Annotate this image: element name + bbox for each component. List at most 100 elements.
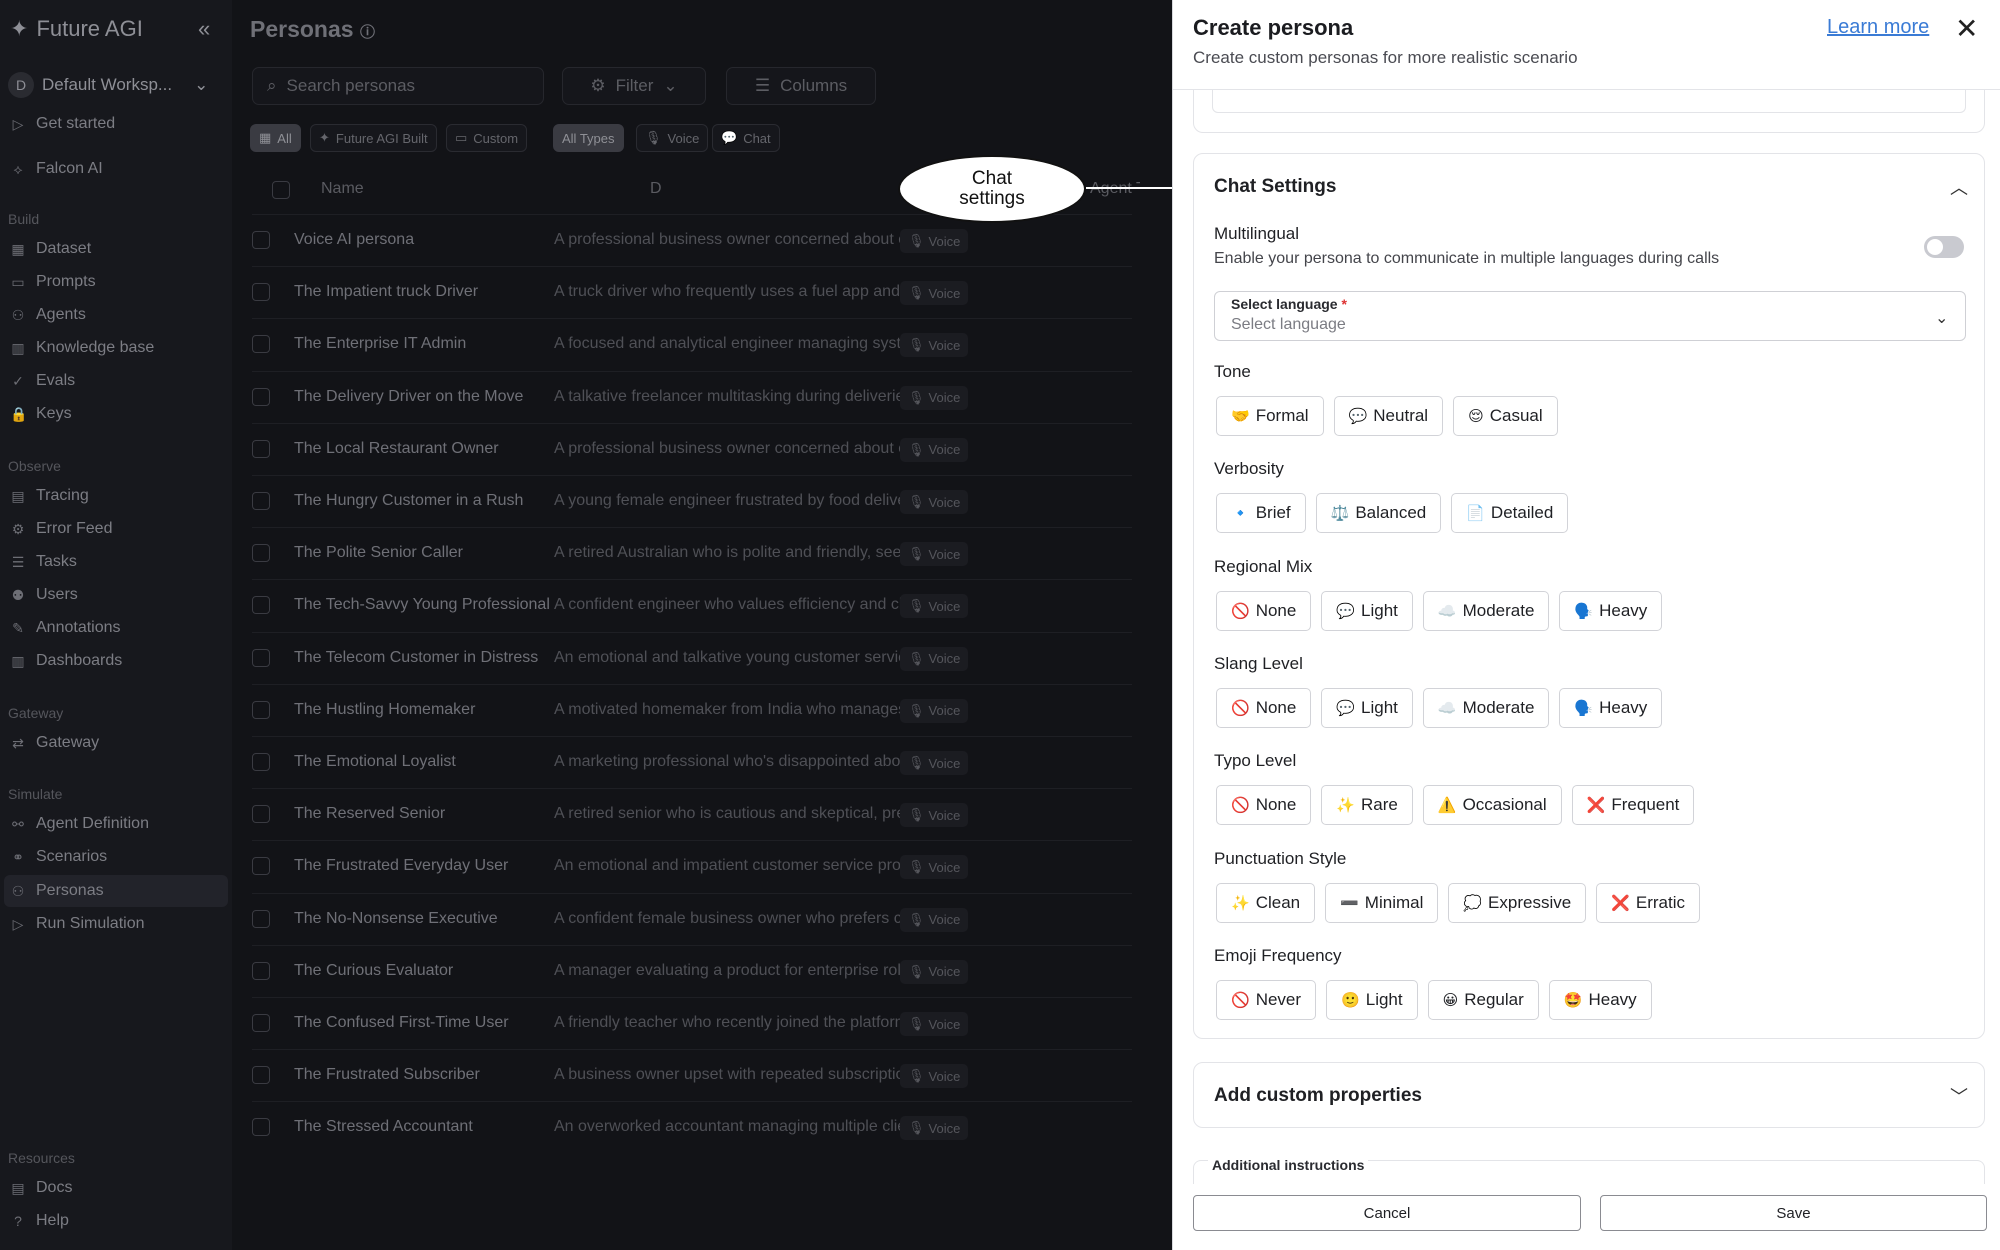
filter-button[interactable]: ⚙ Filter ⌄ xyxy=(562,67,706,105)
sidebar-item-agent-definition[interactable]: ⚯ Agent Definition xyxy=(10,810,149,838)
row-checkbox[interactable] xyxy=(252,1118,270,1137)
table-row[interactable]: The Local Restaurant Owner A professional… xyxy=(252,422,1132,475)
additional-instructions-field[interactable]: Additional instructions xyxy=(1193,1157,1985,1184)
table-row[interactable]: The Impatient truck Driver A truck driver… xyxy=(252,266,1132,318)
option-none-button[interactable]: 🚫 None xyxy=(1216,687,1312,728)
option-rare-button[interactable]: ✨ Rare xyxy=(1321,785,1413,826)
learn-more-link[interactable]: Learn more xyxy=(1827,16,1929,39)
select-all-checkbox[interactable] xyxy=(272,181,290,199)
option-detailed-button[interactable]: 📄 Detailed xyxy=(1451,493,1569,534)
collapse-sidebar-icon[interactable]: « xyxy=(198,16,210,42)
columns-button[interactable]: ☰ Columns xyxy=(726,67,876,105)
option-heavy-button[interactable]: 🗣️ Heavy xyxy=(1559,590,1663,631)
sidebar-item-tracing[interactable]: ▤ Tracing xyxy=(10,482,88,510)
sidebar-item-tasks[interactable]: ☰ Tasks xyxy=(10,548,77,576)
option-none-button[interactable]: 🚫 None xyxy=(1216,785,1312,826)
row-checkbox[interactable] xyxy=(252,961,270,980)
option-light-button[interactable]: 💬 Light xyxy=(1321,687,1413,728)
brand-logo[interactable]: ✦ Future AGI xyxy=(10,16,143,42)
sidebar-item-prompts[interactable]: ▭ Prompts xyxy=(10,268,95,296)
table-row[interactable]: The No-Nonsense Executive A confident fem… xyxy=(252,892,1132,945)
sidebar-item-error-feed[interactable]: ⚙ Error Feed xyxy=(10,515,113,543)
row-checkbox[interactable] xyxy=(252,909,270,928)
sidebar-item-run-simulation[interactable]: ▷ Run Simulation xyxy=(10,910,145,938)
option-neutral-button[interactable]: 💬 Neutral xyxy=(1333,396,1444,436)
sidebar-item-gateway[interactable]: ⇄ Gateway xyxy=(10,729,99,757)
option-balanced-button[interactable]: ⚖️ Balanced xyxy=(1315,493,1442,534)
option-occasional-button[interactable]: ⚠️ Occasional xyxy=(1422,785,1562,826)
sidebar-item-dashboards[interactable]: ▥ Dashboards xyxy=(10,647,122,675)
table-row[interactable]: The Curious Evaluator A manager evaluatin… xyxy=(252,944,1132,997)
row-checkbox[interactable] xyxy=(252,1014,270,1032)
option-brief-button[interactable]: 🔹 Brief xyxy=(1216,493,1306,534)
option-moderate-button[interactable]: ☁️ Moderate xyxy=(1422,590,1550,631)
row-checkbox[interactable] xyxy=(252,283,270,302)
option-minimal-button[interactable]: ➖ Minimal xyxy=(1325,882,1439,923)
sidebar-item-scenarios[interactable]: ⚭ Scenarios xyxy=(10,843,107,871)
row-checkbox[interactable] xyxy=(252,596,270,615)
table-row[interactable]: The Stressed Accountant An overworked acc… xyxy=(252,1101,1132,1153)
filter-all-types[interactable]: All Types xyxy=(553,124,624,152)
option-moderate-button[interactable]: ☁️ Moderate xyxy=(1422,687,1550,728)
sidebar-item-knowledge-base[interactable]: ▥ Knowledge base xyxy=(10,334,154,362)
option-never-button[interactable]: 🚫 Never xyxy=(1216,979,1317,1020)
table-row[interactable]: The Telecom Customer in Distress An emoti… xyxy=(252,631,1132,684)
search-input[interactable]: ⌕ Search personas xyxy=(252,67,544,105)
workspace-selector[interactable]: D Default Worksp... ⌄ xyxy=(8,68,218,102)
option-formal-button[interactable]: 🤝 Formal xyxy=(1216,396,1324,436)
sidebar-item-help[interactable]: ? Help xyxy=(10,1207,69,1235)
row-checkbox[interactable] xyxy=(252,439,270,458)
option-none-button[interactable]: 🚫 None xyxy=(1216,590,1312,631)
select-language-dropdown[interactable]: Select language * Select language ⌄ xyxy=(1214,291,1966,341)
table-row[interactable]: The Enterprise IT Admin A focused and ana… xyxy=(252,318,1132,370)
sidebar-item-falcon-ai[interactable]: ⟡ Falcon AI xyxy=(10,155,102,183)
option-casual-button[interactable]: 😌 Casual xyxy=(1453,396,1558,436)
info-icon[interactable]: ⓘ xyxy=(360,24,375,41)
filter-all[interactable]: ▦ All xyxy=(250,124,301,152)
sidebar-item-docs[interactable]: ▤ Docs xyxy=(10,1174,72,1202)
table-row[interactable]: The Emotional Loyalist A marketing profes… xyxy=(252,736,1132,788)
sidebar-item-personas[interactable]: ⚇ Personas xyxy=(10,877,104,905)
sidebar-item-agents[interactable]: ⚇ Agents xyxy=(10,301,86,329)
option-expressive-button[interactable]: 💭 Expressive xyxy=(1448,882,1587,923)
row-checkbox[interactable] xyxy=(252,387,270,406)
table-row[interactable]: The Hungry Customer in a Rush A young fem… xyxy=(252,475,1132,527)
multilingual-toggle[interactable] xyxy=(1924,236,1964,258)
table-row[interactable]: The Tech-Savvy Young Professional A confi… xyxy=(252,579,1132,631)
table-row[interactable]: The Polite Senior Caller A retired Austra… xyxy=(252,527,1132,579)
row-checkbox[interactable] xyxy=(252,857,270,876)
save-button[interactable]: Save xyxy=(1600,1195,1987,1231)
table-row[interactable]: The Delivery Driver on the Move A talkati… xyxy=(252,370,1132,423)
row-checkbox[interactable] xyxy=(252,231,270,249)
chevron-down-icon[interactable]: ﹀ xyxy=(1950,1083,1968,1109)
table-row[interactable]: The Reserved Senior A retired senior who … xyxy=(252,788,1132,840)
row-checkbox[interactable] xyxy=(252,492,270,510)
cancel-button[interactable]: Cancel xyxy=(1193,1195,1581,1231)
column-header-name[interactable]: Name xyxy=(321,180,364,198)
filter-voice[interactable]: 🎙 Voice xyxy=(636,124,709,152)
option-erratic-button[interactable]: ❌ Erratic xyxy=(1596,882,1700,923)
sidebar-item-users[interactable]: ⚉ Users xyxy=(10,581,78,609)
option-heavy-button[interactable]: 🗣️ Heavy xyxy=(1559,687,1663,728)
table-row[interactable]: The Frustrated Subscriber A business owne… xyxy=(252,1049,1132,1101)
sidebar-item-dataset[interactable]: ▦ Dataset xyxy=(10,235,91,263)
table-row[interactable]: The Hustling Homemaker A motivated homema… xyxy=(252,683,1132,736)
row-checkbox[interactable] xyxy=(252,544,270,563)
sidebar-item-get-started[interactable]: ▷ Get started xyxy=(10,110,116,138)
sidebar-item-evals[interactable]: ✓ Evals xyxy=(10,367,75,395)
close-icon[interactable]: ✕ xyxy=(1955,12,1978,45)
custom-properties-card[interactable]: Add custom properties ﹀ xyxy=(1193,1062,1985,1128)
option-frequent-button[interactable]: ❌ Frequent xyxy=(1571,785,1695,826)
row-checkbox[interactable] xyxy=(252,753,270,771)
column-header-agent-type[interactable]: Agent Type xyxy=(1090,180,1140,198)
option-clean-button[interactable]: ✨ Clean xyxy=(1216,882,1316,923)
table-row[interactable]: The Frustrated Everyday User An emotional… xyxy=(252,840,1132,892)
row-checkbox[interactable] xyxy=(252,700,270,719)
row-checkbox[interactable] xyxy=(252,1066,270,1085)
filter-custom[interactable]: ▭ Custom xyxy=(446,124,528,152)
option-light-button[interactable]: 🙂 Light xyxy=(1326,979,1418,1020)
table-row[interactable]: The Confused First-Time User A friendly t… xyxy=(252,997,1132,1049)
sidebar-item-annotations[interactable]: ✎ Annotations xyxy=(10,614,120,642)
sidebar-item-keys[interactable]: 🔒 Keys xyxy=(10,400,72,428)
row-checkbox[interactable] xyxy=(252,648,270,667)
